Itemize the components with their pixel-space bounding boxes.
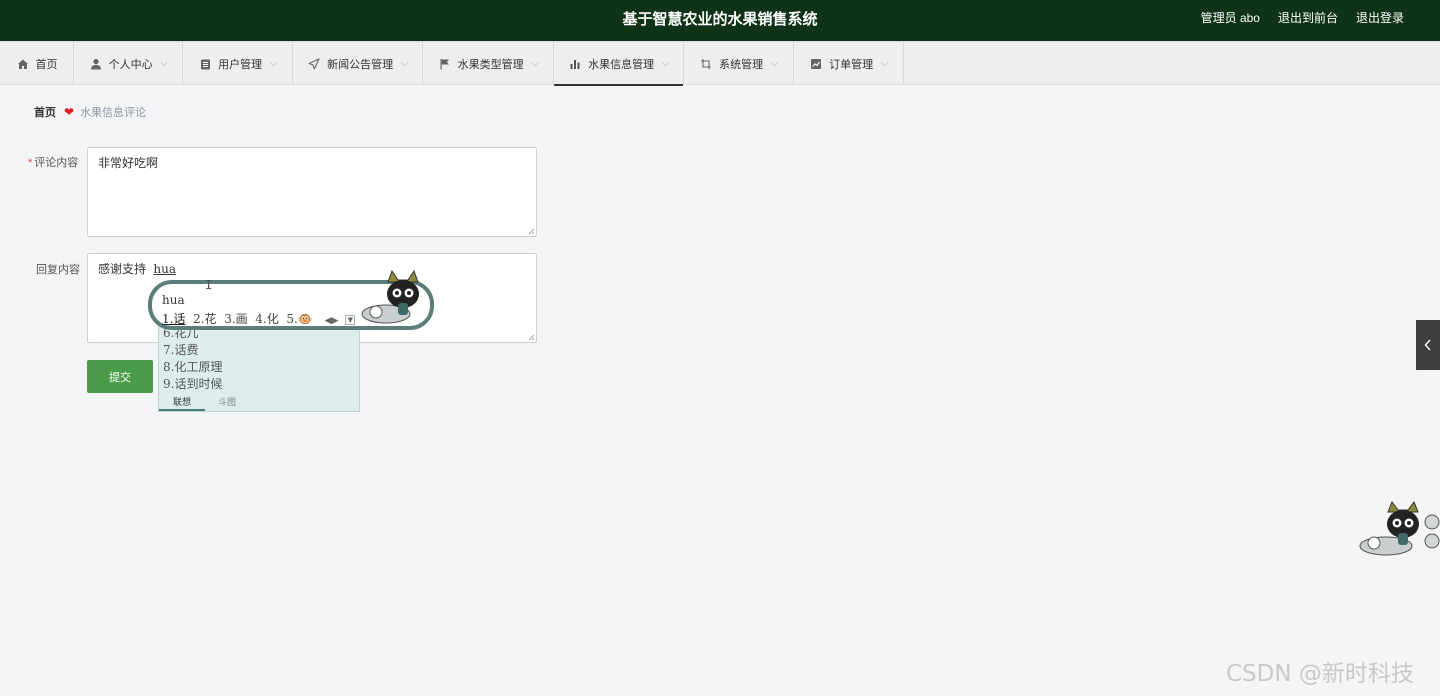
chevron-down-icon: ⌵ xyxy=(401,58,408,68)
resize-grip-icon[interactable] xyxy=(527,227,535,235)
ime-tabs: 联想 斗图 xyxy=(159,395,359,411)
nav-fruit-type-management[interactable]: 水果类型管理 ⌵ xyxy=(423,42,554,85)
breadcrumb-home[interactable]: 首页 xyxy=(34,104,56,120)
ime-list-item[interactable]: 9.话到时候 xyxy=(163,375,222,392)
home-icon xyxy=(16,57,30,71)
ime-list-item[interactable]: 7.话费 xyxy=(163,341,198,358)
header-actions: 管理员 abo 退出到前台 退出登录 xyxy=(1201,0,1404,41)
ime-candidate[interactable]: 5.🐵 xyxy=(286,312,312,326)
user-icon xyxy=(89,57,103,71)
comment-textarea[interactable]: 非常好吃啊 xyxy=(87,147,537,237)
send-icon xyxy=(307,57,321,71)
side-panel-toggle[interactable] xyxy=(1416,320,1440,370)
reply-composing-text: hua xyxy=(153,262,176,276)
reply-label: 回复内容 xyxy=(36,264,80,276)
floating-mascot-icon xyxy=(1359,500,1440,556)
nav-personal-center[interactable]: 个人中心 ⌵ xyxy=(74,42,183,85)
chevron-down-icon: ⌵ xyxy=(881,58,888,68)
required-mark: * xyxy=(28,157,33,169)
nav-label: 用户管理 xyxy=(218,58,263,71)
submit-button[interactable]: 提交 xyxy=(87,360,153,393)
breadcrumb: 首页 ❤ 水果信息评论 xyxy=(18,93,1420,130)
reply-text: 感谢支持 xyxy=(98,262,147,276)
logout-link[interactable]: 退出登录 xyxy=(1356,0,1404,41)
chevron-down-icon: ⌵ xyxy=(270,58,277,68)
nav-label: 首页 xyxy=(35,58,58,71)
ime-composition-text: hua xyxy=(162,293,185,307)
ime-candidate[interactable]: 2.花 xyxy=(193,312,216,326)
ime-candidate[interactable]: 4.化 xyxy=(255,312,278,326)
resize-grip-icon[interactable] xyxy=(527,333,535,341)
page-arrows-icon[interactable]: ◀▶ xyxy=(325,316,339,326)
clipboard-icon xyxy=(198,57,212,71)
ime-tab-sticker[interactable]: 斗图 xyxy=(207,395,247,411)
heart-icon: ❤ xyxy=(64,104,75,119)
ime-tab-association[interactable]: 联想 xyxy=(159,395,205,411)
main-nav: 首页 个人中心 ⌵ 用户管理 ⌵ 新闻公告管理 ⌵ 水果类型管理 ⌵ 水果信息管… xyxy=(0,41,1440,86)
text-cursor-icon: I xyxy=(205,278,213,292)
flag-icon xyxy=(438,57,452,71)
comment-label: * 评论内容 xyxy=(28,157,79,169)
nav-order-management[interactable]: 订单管理 ⌵ xyxy=(794,42,904,85)
nav-label: 新闻公告管理 xyxy=(327,58,394,71)
top-header: 基于智慧农业的水果销售系统 管理员 abo 退出到前台 退出登录 xyxy=(0,0,1440,41)
nav-label: 个人中心 xyxy=(108,58,153,71)
nav-label: 订单管理 xyxy=(829,58,874,71)
nav-home[interactable]: 首页 xyxy=(0,42,74,85)
ime-candidate[interactable]: 3.画 xyxy=(224,312,247,326)
chevron-down-icon: ⌵ xyxy=(662,58,669,68)
chevron-down-icon: ⌵ xyxy=(531,58,539,68)
exit-to-front-link[interactable]: 退出到前台 xyxy=(1278,0,1338,41)
nav-label: 系统管理 xyxy=(719,58,764,71)
ime-candidate[interactable]: 1.话 xyxy=(162,312,185,326)
nav-fruit-info-management[interactable]: 水果信息管理 ⌵ xyxy=(554,42,684,86)
ime-candidates-row: 1.话 2.花 3.画 4.化 5.🐵 ◀▶ ▼ xyxy=(162,310,356,327)
current-user: 管理员 abo xyxy=(1200,11,1260,25)
bar-chart-icon xyxy=(568,57,582,71)
nav-user-management[interactable]: 用户管理 ⌵ xyxy=(183,42,293,85)
ime-list-item[interactable]: 8.化工原理 xyxy=(163,358,222,375)
ime-mascot-icon xyxy=(361,269,419,324)
chevron-left-icon xyxy=(1424,339,1431,351)
breadcrumb-current: 水果信息评论 xyxy=(80,106,147,119)
chevron-down-icon: ⌵ xyxy=(771,58,778,68)
trend-icon xyxy=(809,57,823,71)
watermark: CSDN @新时科技 xyxy=(1226,661,1414,687)
nav-news-management[interactable]: 新闻公告管理 ⌵ xyxy=(293,42,423,85)
crop-icon xyxy=(699,57,713,71)
expand-more-icon[interactable]: ▼ xyxy=(345,314,356,325)
nav-label: 水果信息管理 xyxy=(588,58,655,71)
nav-system-management[interactable]: 系统管理 ⌵ xyxy=(684,42,794,85)
nav-label: 水果类型管理 xyxy=(457,58,524,71)
ime-candidate-list: 6.花儿 7.话费 8.化工原理 9.话到时候 联想 斗图 xyxy=(158,320,360,412)
comment-text: 非常好吃啊 xyxy=(98,156,159,170)
chevron-down-icon: ⌵ xyxy=(160,58,168,68)
